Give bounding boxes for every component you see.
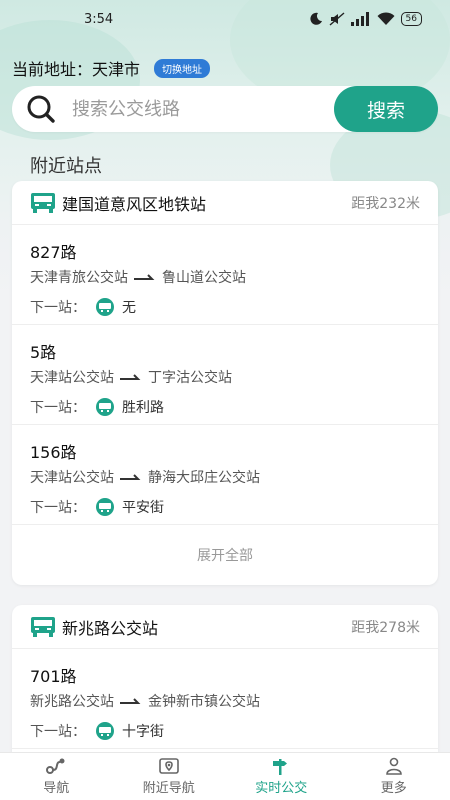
expand-all-button[interactable]: 展开全部 xyxy=(12,525,438,585)
route-name: 827路 xyxy=(30,243,77,262)
next-stop-name: 平安街 xyxy=(122,500,164,516)
next-stop-row: 下一站： 平安街 xyxy=(30,497,164,517)
search-icon xyxy=(27,95,55,123)
search-button[interactable]: 搜索 xyxy=(334,86,438,132)
route-path: 天津站公交站 丁字沽公交站 xyxy=(30,367,232,387)
wifi-icon xyxy=(377,12,395,25)
station-header[interactable]: 新兆路公交站 距我278米 xyxy=(12,605,438,649)
station-distance: 距我278米 xyxy=(351,619,420,636)
route-item[interactable]: 5路 天津站公交站 丁字沽公交站 下一站： 胜利路 xyxy=(12,325,438,425)
switch-address-button[interactable]: 切换地址 xyxy=(154,58,211,78)
arrow-right-icon xyxy=(120,474,141,480)
bus-stop-icon xyxy=(96,398,114,416)
tab-label: 导航 xyxy=(43,781,70,796)
tab-label: 实时公交 xyxy=(255,781,308,796)
route-destination: 金钟新市镇公交站 xyxy=(148,694,260,710)
bottom-tab-bar: 导航 附近导航 实时公交 更多 xyxy=(0,752,450,800)
tab-label: 更多 xyxy=(380,781,407,796)
section-title: 附近站点 xyxy=(30,156,102,177)
next-stop-name: 无 xyxy=(122,300,136,316)
route-origin: 新兆路公交站 xyxy=(30,694,114,710)
mute-icon xyxy=(329,12,345,26)
address-label: 当前地址： xyxy=(12,60,93,79)
status-time: 3:54 xyxy=(84,11,114,27)
route-origin: 天津站公交站 xyxy=(30,470,114,486)
next-stop-label: 下一站： xyxy=(30,400,86,416)
search-input[interactable] xyxy=(72,98,322,120)
next-stop-row: 下一站： 十字街 xyxy=(30,721,164,741)
address-city: 天津市 xyxy=(92,60,141,79)
current-address: 当前地址：天津市 xyxy=(12,56,140,80)
route-item[interactable]: 827路 天津青旅公交站 鲁山道公交站 下一站： 无 xyxy=(12,225,438,325)
next-stop-name: 十字街 xyxy=(122,724,164,740)
bus-stop-icon xyxy=(96,722,114,740)
route-item[interactable]: 156路 天津站公交站 静海大邱庄公交站 下一站： 平安街 xyxy=(12,425,438,525)
user-icon xyxy=(385,757,402,775)
route-path: 新兆路公交站 金钟新市镇公交站 xyxy=(30,691,260,711)
tab-label: 附近导航 xyxy=(142,781,195,796)
route-path: 天津站公交站 静海大邱庄公交站 xyxy=(30,467,260,487)
bus-station-icon xyxy=(31,616,55,637)
bus-station-icon xyxy=(31,192,55,213)
route-name: 5路 xyxy=(30,343,57,362)
route-destination: 鲁山道公交站 xyxy=(162,270,246,286)
route-name: 156路 xyxy=(30,443,77,462)
route-item[interactable]: 701路 新兆路公交站 金钟新市镇公交站 下一站： 十字街 xyxy=(12,649,438,749)
next-stop-row: 下一站： 无 xyxy=(30,297,136,317)
signal-icon xyxy=(350,12,369,26)
arrow-right-icon xyxy=(120,698,141,704)
next-stop-label: 下一站： xyxy=(30,724,86,740)
tab-nearby-navigation[interactable]: 附近导航 xyxy=(113,753,226,800)
bus-stop-icon xyxy=(96,498,114,516)
map-pin-icon xyxy=(158,758,179,774)
next-stop-name: 胜利路 xyxy=(122,400,164,416)
status-bar: 3:54 56 xyxy=(0,0,450,38)
next-stop-label: 下一站： xyxy=(30,300,86,316)
route-origin: 天津站公交站 xyxy=(30,370,114,386)
station-card: 建国道意风区地铁站 距我232米 827路 天津青旅公交站 鲁山道公交站 下一站… xyxy=(12,181,438,585)
station-name: 新兆路公交站 xyxy=(62,618,159,638)
route-name: 701路 xyxy=(30,667,77,686)
next-stop-label: 下一站： xyxy=(30,500,86,516)
arrow-right-icon xyxy=(120,374,141,380)
station-card: 新兆路公交站 距我278米 701路 新兆路公交站 金钟新市镇公交站 下一站： … xyxy=(12,605,438,765)
bus-stop-icon xyxy=(96,298,114,316)
battery-indicator: 56 xyxy=(400,12,422,26)
route-path: 天津青旅公交站 鲁山道公交站 xyxy=(30,267,246,287)
direction-sign-icon xyxy=(273,759,288,775)
route-origin: 天津青旅公交站 xyxy=(30,270,128,286)
station-header[interactable]: 建国道意风区地铁站 距我232米 xyxy=(12,181,438,225)
moon-icon xyxy=(309,12,322,25)
station-name: 建国道意风区地铁站 xyxy=(62,194,207,214)
next-stop-row: 下一站： 胜利路 xyxy=(30,397,164,417)
address-row: 当前地址：天津市 切换地址 xyxy=(12,56,211,80)
tab-realtime-bus[interactable]: 实时公交 xyxy=(225,753,338,800)
tab-more[interactable]: 更多 xyxy=(338,753,450,800)
route-destination: 丁字沽公交站 xyxy=(148,370,232,386)
search-bar: 搜索 xyxy=(12,86,438,132)
route-icon xyxy=(46,758,65,774)
tab-navigation[interactable]: 导航 xyxy=(0,753,113,800)
arrow-right-icon xyxy=(134,274,155,280)
route-destination: 静海大邱庄公交站 xyxy=(148,470,260,486)
station-distance: 距我232米 xyxy=(351,195,420,212)
